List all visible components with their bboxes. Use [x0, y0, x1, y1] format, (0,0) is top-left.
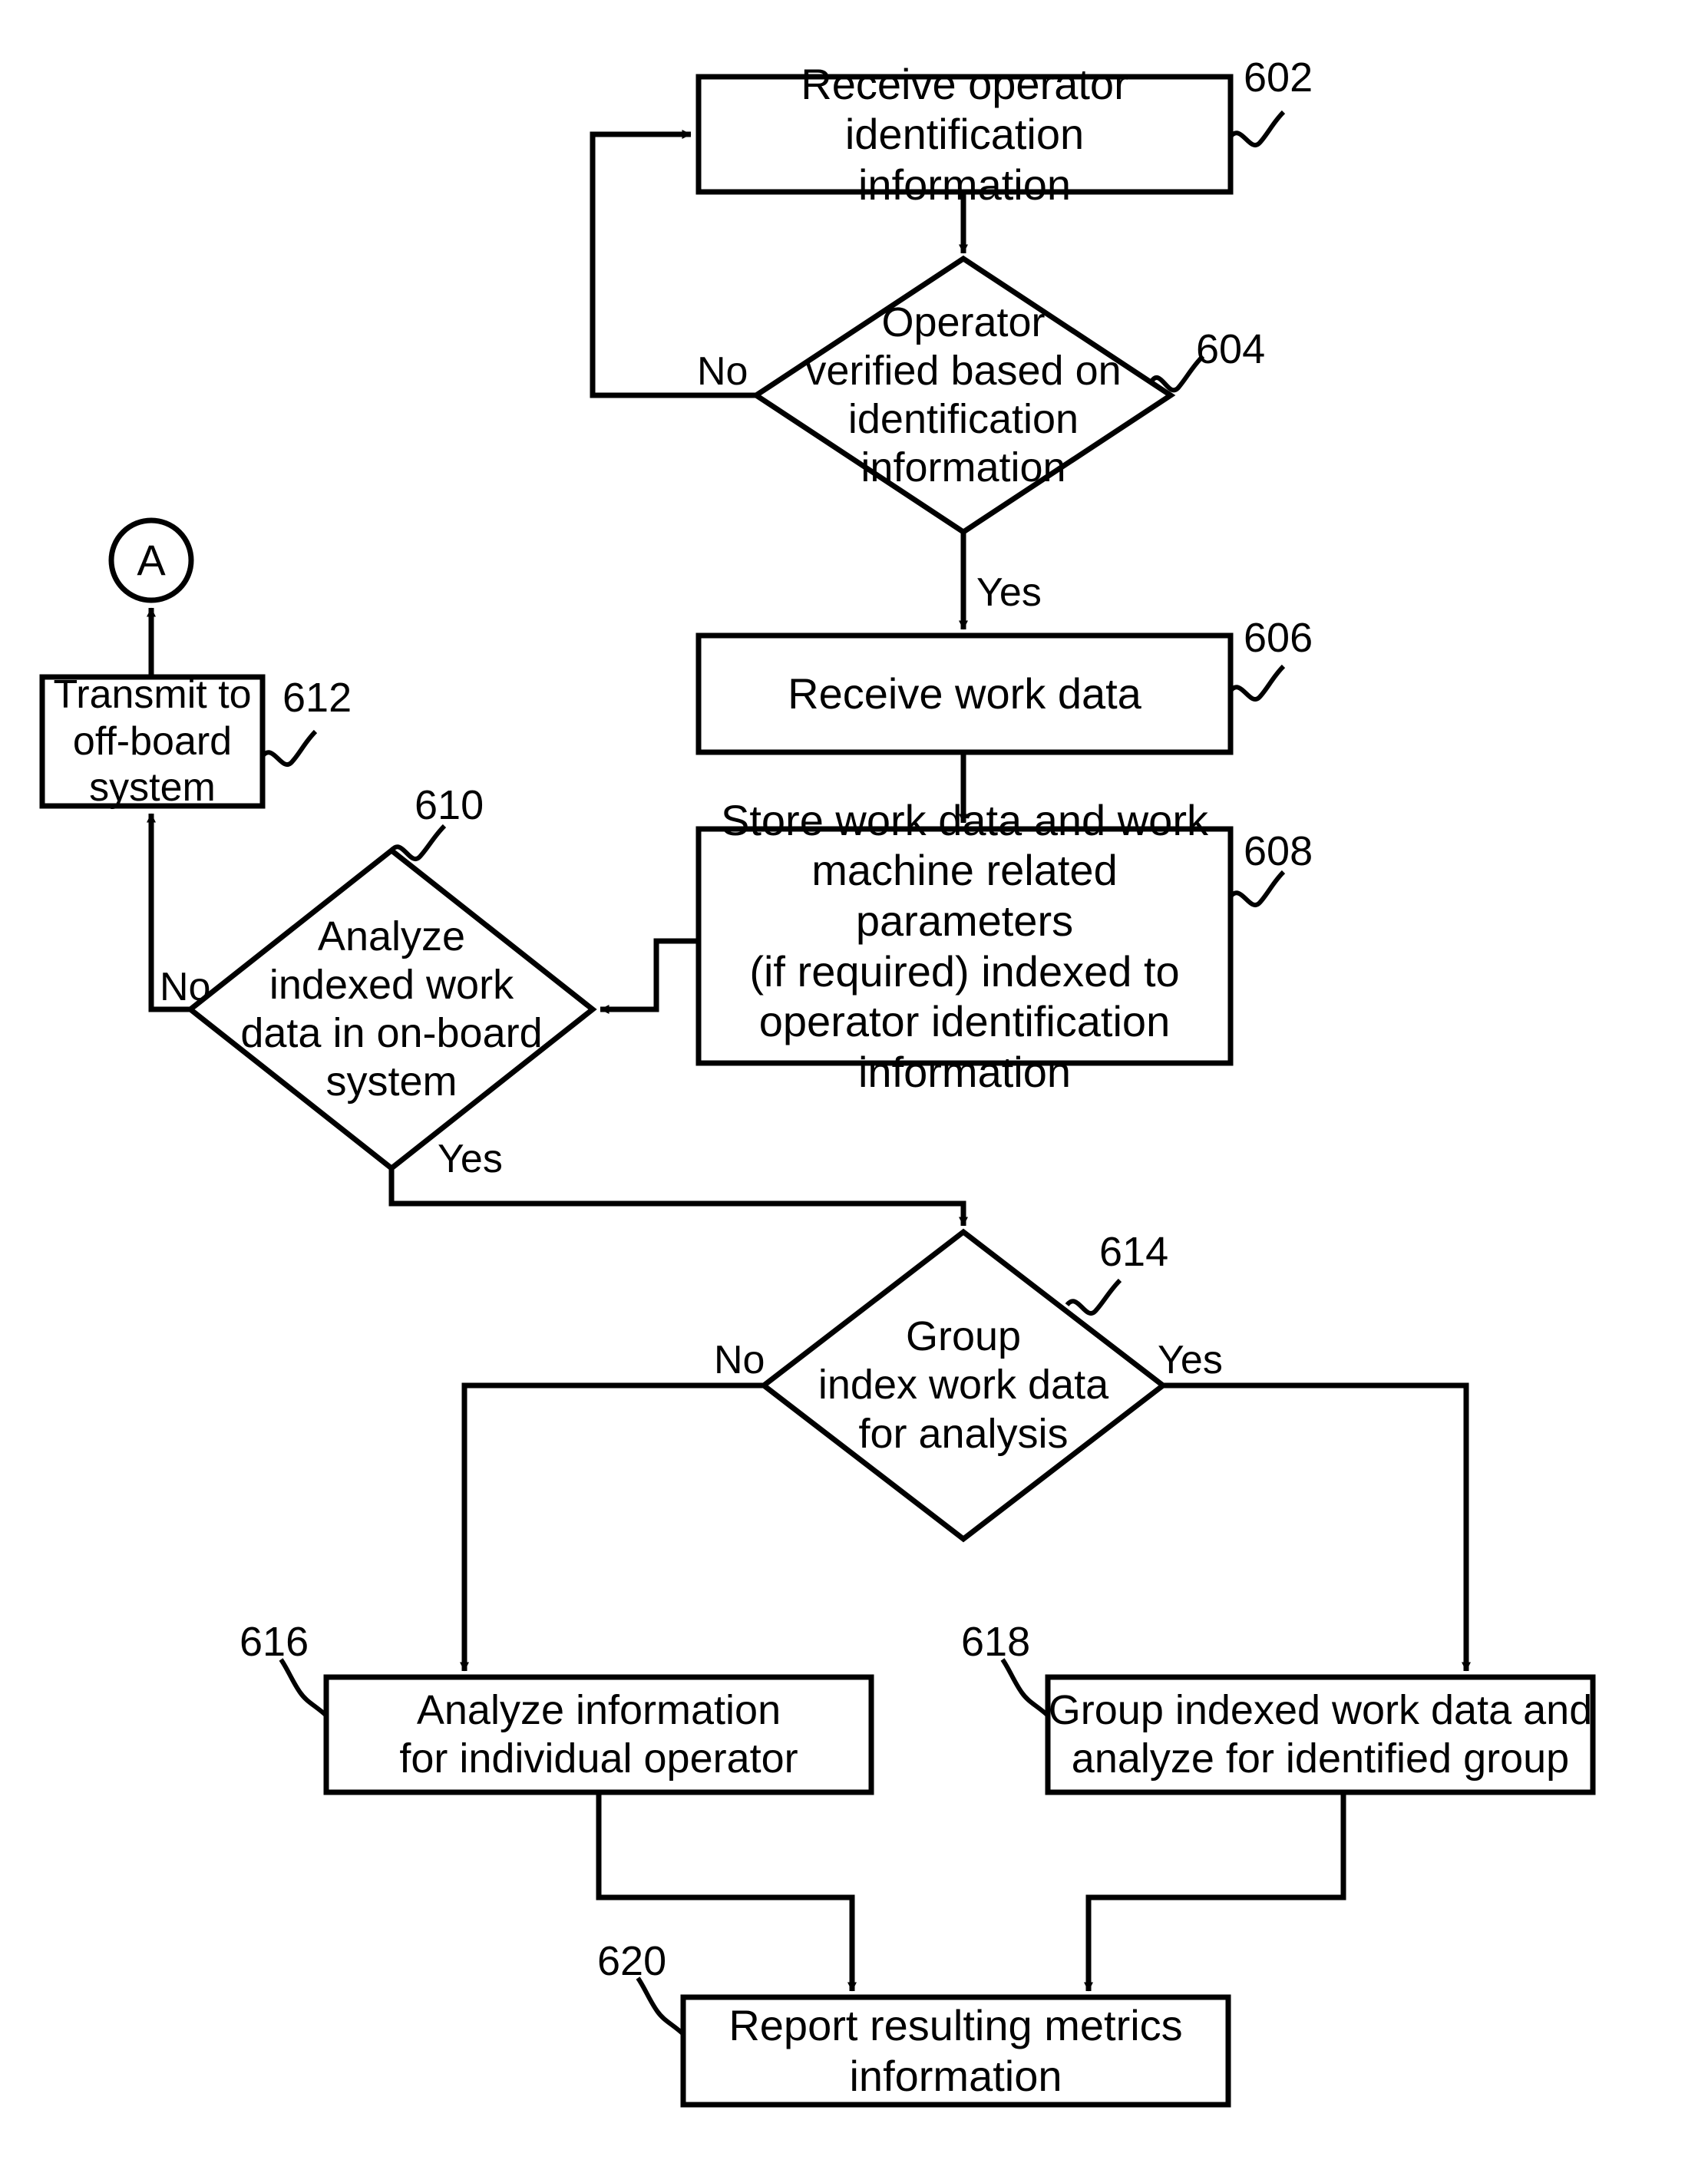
node-shape-606 [695, 632, 1234, 755]
node-shape-602 [695, 74, 1234, 195]
node-shape-608 [695, 826, 1234, 1066]
flowchart-graphics [39, 74, 1596, 2108]
edge-618-to-620 [1084, 1792, 1346, 1992]
ref-number-620: 620 [597, 1938, 667, 1984]
node-shape-620 [680, 1994, 1231, 2108]
branch-label-614-yes: Yes [1158, 1338, 1223, 1382]
edge-608-to-610 [600, 938, 699, 1014]
branch-label-610-yes: Yes [438, 1137, 503, 1181]
edge-614-yes-to-618 [1163, 1382, 1471, 1672]
ref-number-616: 616 [240, 1619, 309, 1665]
leader-606 [1228, 664, 1286, 702]
ref-number-606: 606 [1244, 615, 1313, 661]
node-shape-618 [1045, 1674, 1596, 1795]
leader-614 [1065, 1278, 1122, 1316]
leader-620 [636, 1976, 686, 2036]
ref-number-618: 618 [961, 1619, 1031, 1665]
branch-label-610-no: No [160, 965, 211, 1009]
ref-number-614: 614 [1099, 1229, 1169, 1275]
node-shape-614 [759, 1228, 1168, 1543]
node-shape-604 [751, 255, 1176, 536]
figure-canvas: Receive operator identification informat… [0, 0, 1708, 2163]
leader-618 [1000, 1658, 1050, 1718]
leader-602 [1228, 110, 1286, 147]
leader-616 [279, 1658, 329, 1718]
branch-label-614-no: No [714, 1338, 765, 1382]
leader-608 [1228, 870, 1286, 907]
ref-number-608: 608 [1244, 828, 1313, 874]
ref-number-610: 610 [415, 782, 484, 828]
branch-label-604-yes: Yes [976, 570, 1042, 615]
node-shape-612 [39, 674, 266, 809]
node-shape-610 [186, 847, 597, 1172]
leader-612 [260, 729, 318, 767]
offpage-connector-a [108, 517, 194, 603]
node-shape-616 [323, 1674, 874, 1795]
ref-number-604: 604 [1196, 326, 1266, 372]
edge-614-no-to-616 [460, 1382, 764, 1672]
ref-number-612: 612 [282, 675, 352, 721]
ref-number-602: 602 [1244, 54, 1313, 101]
branch-label-604-no: No [697, 349, 748, 394]
